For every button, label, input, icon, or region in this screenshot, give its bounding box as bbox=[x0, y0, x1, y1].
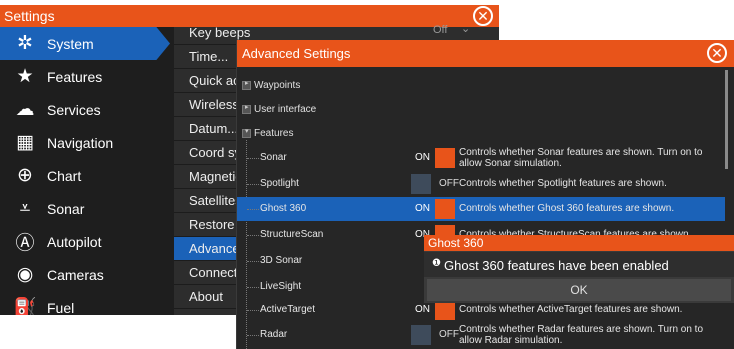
collapse-icon[interactable]: ▾ bbox=[242, 128, 251, 138]
setting-label: Wireless bbox=[189, 97, 239, 112]
settings-category-list: ✲ System ★ Features ☁ Services ▦ Navigat… bbox=[0, 27, 174, 315]
expand-icon[interactable]: ▸ bbox=[242, 80, 251, 90]
feature-name: StructureScan bbox=[260, 229, 324, 240]
dialog-message: Ghost 360 features have been enabled bbox=[444, 258, 669, 273]
chevron-down-icon: ⌄ bbox=[461, 23, 471, 35]
feature-description: Controls whether Radar features are show… bbox=[459, 324, 704, 346]
tree-node-waypoints[interactable]: ▸ Waypoints bbox=[242, 76, 300, 94]
sonar-icon: ⩡ bbox=[19, 197, 31, 219]
ghost-360-dialog: Ghost 360 ❶ Ghost 360 features have been… bbox=[424, 235, 734, 303]
gear-icon: ✲ bbox=[17, 33, 33, 54]
advanced-settings-title-bar: Advanced Settings ✕ bbox=[237, 40, 734, 67]
toggle-on-indicator bbox=[435, 148, 455, 168]
feature-toggle[interactable]: ON bbox=[411, 300, 455, 320]
category-label: Features bbox=[47, 68, 103, 85]
toggle-state: OFF bbox=[439, 178, 459, 189]
ok-button-label: OK bbox=[570, 283, 588, 297]
category-services[interactable]: ☁ Services bbox=[0, 93, 174, 126]
tree-node-user-interface[interactable]: ▸ User interface bbox=[242, 100, 316, 118]
feature-name: ActiveTarget bbox=[260, 304, 316, 315]
feature-toggle[interactable]: OFF bbox=[411, 325, 459, 345]
expand-icon[interactable]: ▸ bbox=[242, 104, 251, 114]
feature-description: Controls whether Sonar features are show… bbox=[459, 147, 703, 169]
category-label: Fuel bbox=[47, 299, 75, 316]
category-label: Chart bbox=[47, 167, 82, 184]
feature-description: Controls whether Spotlight features are … bbox=[459, 178, 667, 189]
cloud-icon: ☁ bbox=[15, 99, 35, 120]
feature-row-ghost-360[interactable]: Ghost 360 ON Controls whether Ghost 360 … bbox=[237, 197, 725, 221]
feature-row-sonar[interactable]: Sonar ON Controls whether Sonar features… bbox=[237, 146, 725, 170]
feature-name: Spotlight bbox=[260, 178, 299, 189]
setting-label: Key beeps bbox=[189, 25, 251, 40]
advanced-settings-title: Advanced Settings bbox=[242, 46, 351, 61]
settings-title: Settings bbox=[4, 8, 55, 24]
category-label: Services bbox=[47, 101, 101, 118]
setting-label: Satellites bbox=[189, 193, 242, 208]
feature-name: Ghost 360 bbox=[260, 203, 307, 214]
feature-description: Controls whether ActiveTarget features a… bbox=[459, 304, 683, 315]
feature-toggle[interactable]: ON bbox=[411, 148, 455, 168]
category-navigation[interactable]: ▦ Navigation bbox=[0, 126, 174, 159]
tree-node-features[interactable]: ▾ Features bbox=[242, 124, 293, 142]
category-label: System bbox=[47, 35, 94, 52]
fuel-icon: ⛽ bbox=[13, 297, 37, 316]
setting-label: Datum... bbox=[189, 121, 239, 136]
feature-name: 3D Sonar bbox=[260, 255, 303, 266]
setting-label: Time... bbox=[189, 49, 229, 64]
tree-node-label: User interface bbox=[254, 103, 317, 115]
feature-name: LiveSight bbox=[260, 281, 302, 292]
category-cameras[interactable]: ◉ Cameras bbox=[0, 258, 174, 291]
feature-toggle[interactable]: ON bbox=[411, 199, 455, 219]
feature-description: Controls whether Ghost 360 features are … bbox=[459, 203, 675, 214]
toggle-on-indicator bbox=[435, 199, 455, 219]
toggle-on-indicator bbox=[435, 300, 455, 320]
tree-node-label: Features bbox=[254, 127, 294, 139]
toggle-state: ON bbox=[415, 203, 430, 214]
setting-label: Magnetic bbox=[189, 169, 242, 184]
advanced-close-icon[interactable]: ✕ bbox=[707, 43, 727, 63]
category-autopilot[interactable]: Ⓐ Autopilot bbox=[0, 225, 174, 258]
category-label: Sonar bbox=[47, 200, 85, 217]
autopilot-icon: Ⓐ bbox=[15, 233, 35, 254]
category-label: Cameras bbox=[47, 266, 104, 283]
category-fuel[interactable]: ⛽ Fuel bbox=[0, 291, 174, 316]
dialog-title-bar: Ghost 360 bbox=[424, 235, 734, 251]
star-icon: ★ bbox=[16, 66, 34, 87]
feature-name: Radar bbox=[260, 329, 288, 340]
category-system[interactable]: ✲ System bbox=[0, 27, 170, 60]
feature-row-radar[interactable]: Radar OFF Controls whether Radar feature… bbox=[237, 323, 725, 347]
category-label: Navigation bbox=[47, 134, 114, 151]
category-chart[interactable]: ⊕ Chart bbox=[0, 159, 174, 192]
dialog-title: Ghost 360 bbox=[428, 236, 484, 250]
setting-value: Off bbox=[433, 24, 448, 36]
category-label: Autopilot bbox=[47, 233, 102, 250]
toggle-state: ON bbox=[415, 304, 430, 315]
dialog-message-row: ❶ Ghost 360 features have been enabled bbox=[424, 252, 734, 277]
category-features[interactable]: ★ Features bbox=[0, 60, 174, 93]
globe-icon: ⊕ bbox=[17, 165, 33, 186]
setting-label: Connect bbox=[189, 265, 238, 280]
category-sonar[interactable]: ⩡ Sonar bbox=[0, 192, 174, 225]
toggle-state: ON bbox=[415, 152, 430, 163]
info-icon: ❶ bbox=[432, 258, 441, 269]
camera-icon: ◉ bbox=[16, 264, 34, 285]
scrollbar[interactable] bbox=[725, 70, 728, 169]
feature-toggle[interactable]: OFF bbox=[411, 174, 459, 194]
toggle-state: OFF bbox=[439, 329, 459, 340]
toggle-off-indicator bbox=[411, 325, 431, 345]
tree-node-label: Waypoints bbox=[254, 79, 301, 91]
toggle-off-indicator bbox=[411, 174, 431, 194]
navigation-icon: ▦ bbox=[16, 132, 34, 153]
feature-name: Sonar bbox=[260, 152, 287, 163]
ok-button[interactable]: OK bbox=[427, 279, 731, 301]
feature-row-spotlight[interactable]: Spotlight OFF Controls whether Spotlight… bbox=[237, 172, 725, 196]
setting-label: About bbox=[189, 289, 223, 304]
